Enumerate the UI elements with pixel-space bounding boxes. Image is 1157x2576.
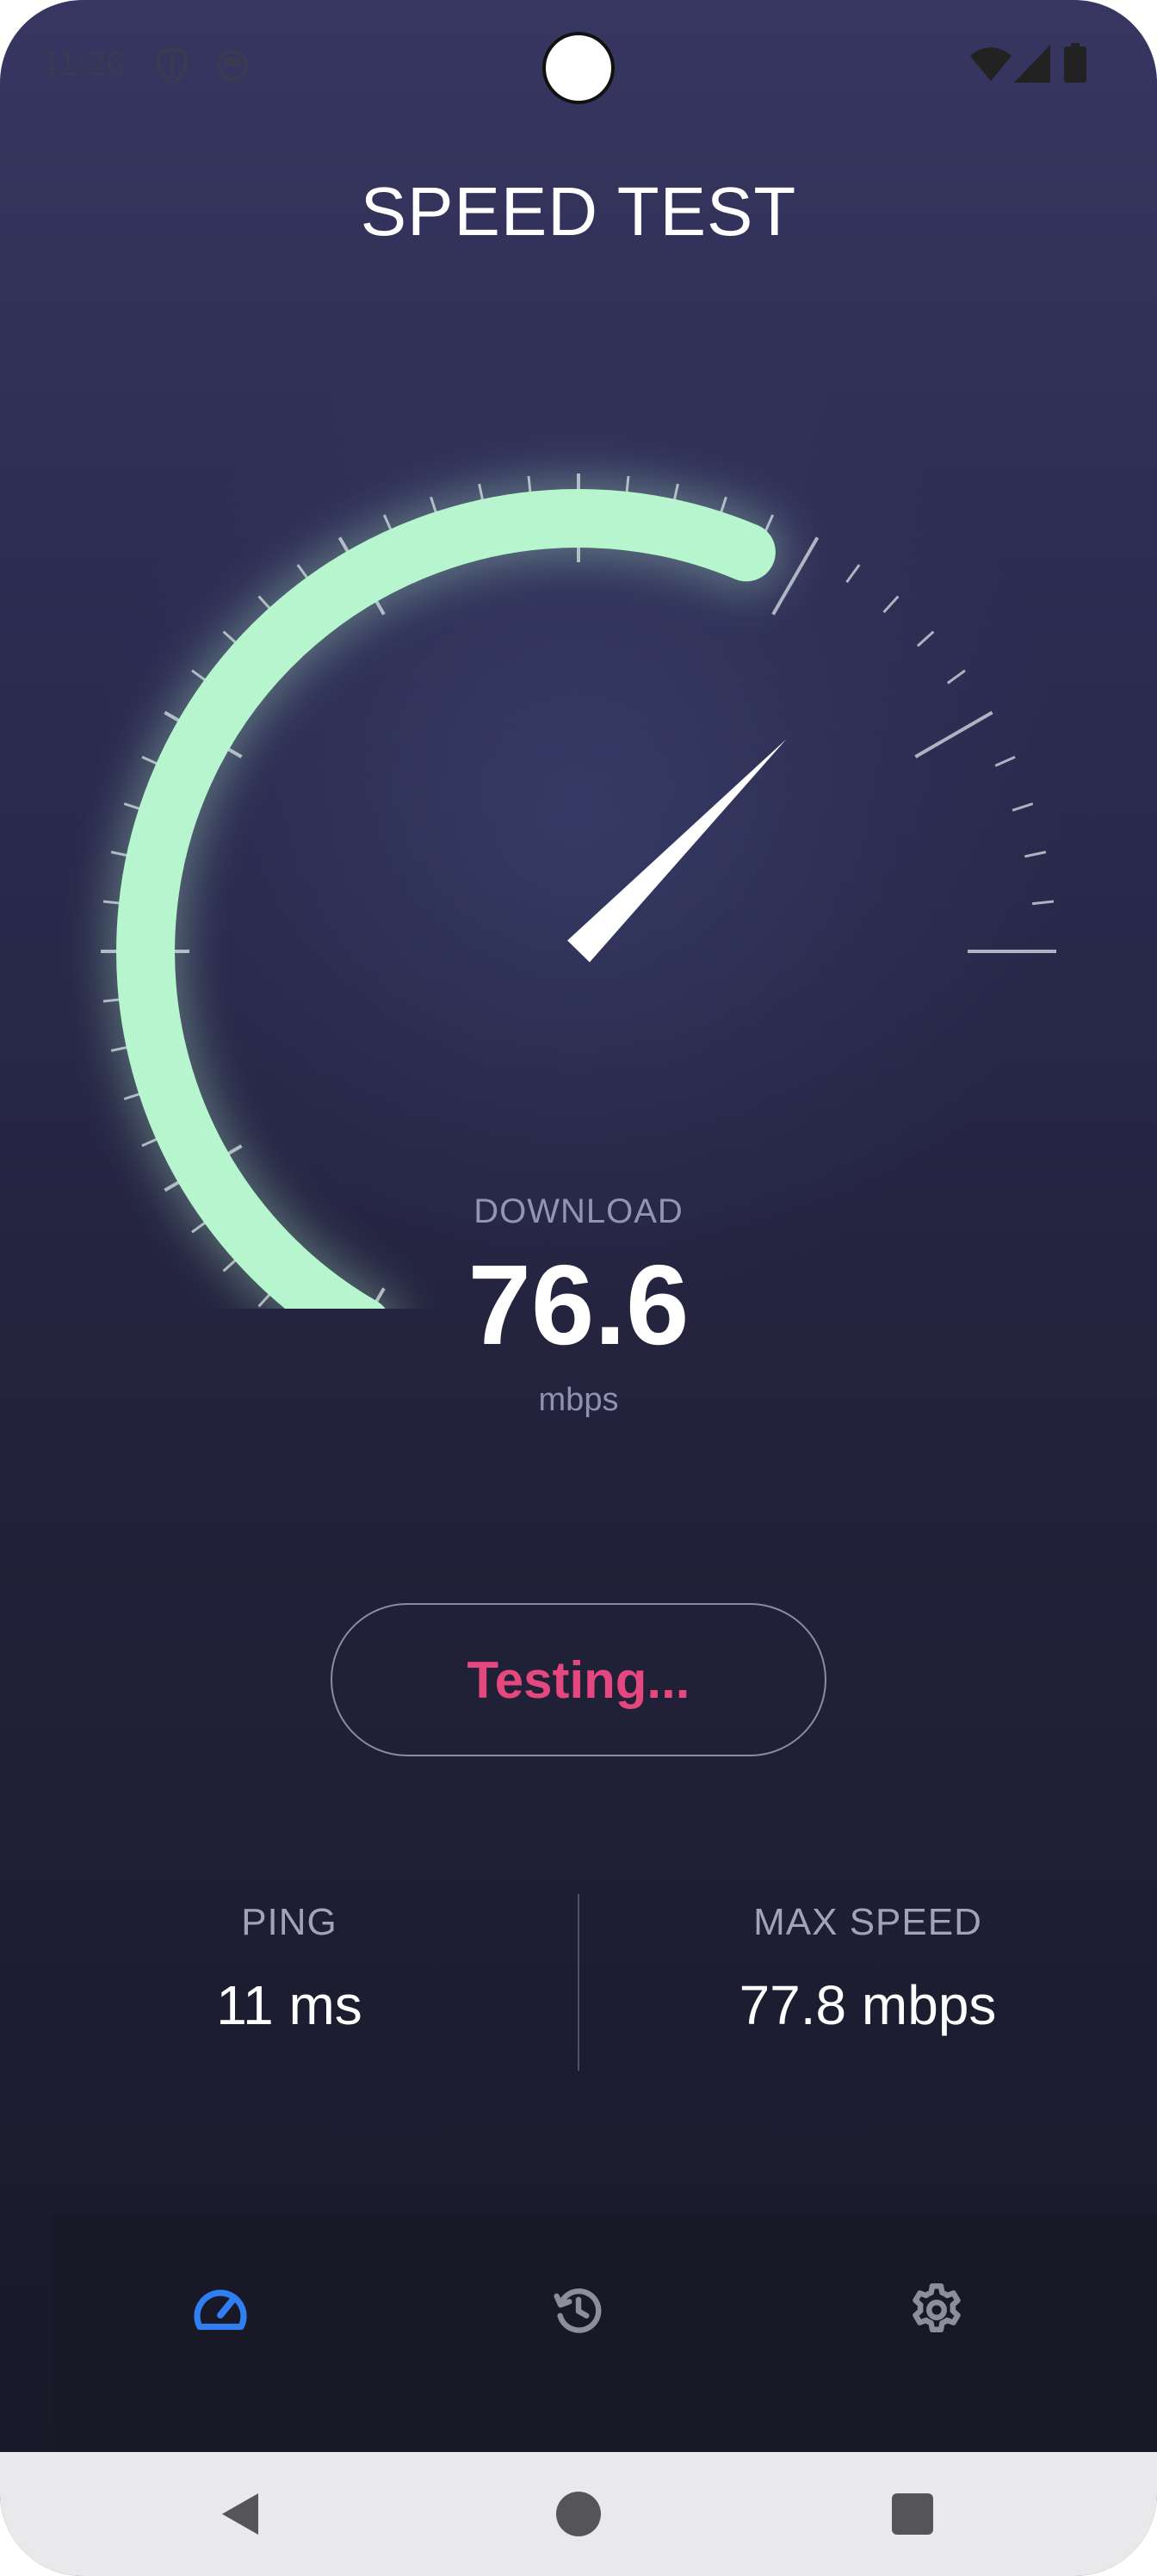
gauge-tick — [914, 710, 993, 759]
cellular-signal-icon — [1014, 45, 1050, 87]
gauge-tick — [916, 630, 935, 647]
max-speed-stat: MAX SPEED 77.8 mbps — [578, 1901, 1157, 2037]
speedometer-icon — [189, 2279, 251, 2345]
download-speed-unit: mbps — [538, 1382, 619, 1418]
history-icon — [551, 2282, 606, 2342]
status-time: 11:26 — [41, 45, 126, 83]
status-bar: 11:26 — [0, 0, 1157, 129]
gauge-tick — [994, 755, 1016, 767]
wifi-icon — [969, 45, 1012, 87]
page-title: SPEED TEST — [360, 173, 797, 250]
app-screen: 11:26 SPEED TEST DOWNLOAD 76.6 mbps Test… — [0, 0, 1157, 2576]
testing-button[interactable]: Testing... — [331, 1603, 826, 1756]
speed-gauge — [101, 474, 1056, 1309]
battery-icon — [1064, 43, 1086, 87]
gauge-needle — [567, 739, 787, 963]
download-label: DOWNLOAD — [473, 1192, 684, 1230]
nav-history-tab[interactable] — [527, 2264, 630, 2359]
max-speed-label: MAX SPEED — [753, 1901, 982, 1943]
app-notification-icon — [215, 48, 250, 87]
camera-cutout — [542, 32, 615, 104]
gauge-tick — [845, 564, 861, 584]
gauge-tick — [1024, 851, 1047, 858]
back-icon[interactable] — [220, 2492, 263, 2541]
ping-label: PING — [241, 1901, 337, 1943]
gauge-tick — [1031, 900, 1055, 906]
gauge-tick — [882, 595, 900, 614]
max-speed-value: 77.8 mbps — [739, 1974, 997, 2036]
shield-icon — [155, 46, 189, 89]
settings-gear-icon — [906, 2280, 967, 2344]
system-navigation-bar — [0, 2452, 1157, 2576]
ping-stat: PING 11 ms — [0, 1901, 578, 2037]
recents-icon[interactable] — [892, 2493, 933, 2539]
nav-speedtest-tab[interactable] — [169, 2264, 272, 2359]
nav-settings-tab[interactable] — [885, 2264, 988, 2359]
download-speed-value: 76.6 — [467, 1242, 690, 1368]
ping-value: 11 ms — [216, 1974, 362, 2036]
gauge-tick — [946, 669, 966, 684]
home-icon[interactable] — [556, 2492, 601, 2541]
gauge-tick — [1012, 802, 1034, 812]
